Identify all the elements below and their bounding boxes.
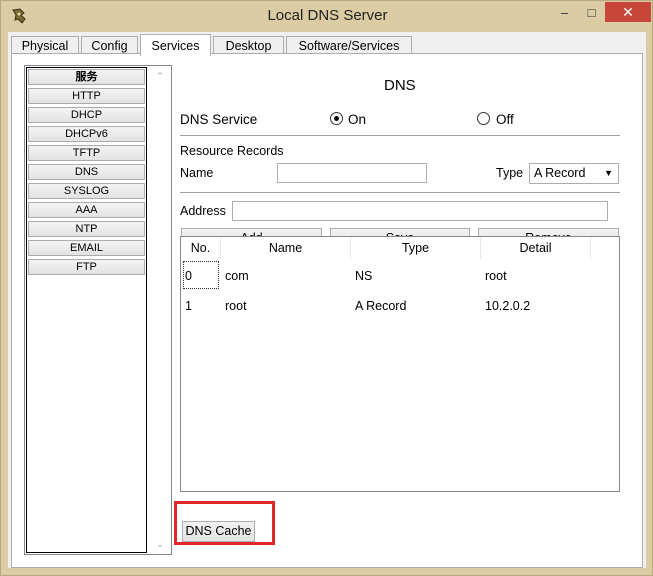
service-item-ntp[interactable]: NTP: [28, 221, 145, 237]
dns-off-label[interactable]: Off: [496, 112, 514, 127]
service-item-dhcp[interactable]: DHCP: [28, 107, 145, 123]
maximize-button[interactable]: □: [578, 2, 605, 22]
dns-on-radio[interactable]: [330, 112, 343, 125]
name-label: Name: [180, 166, 214, 180]
service-item-dhcpv6[interactable]: DHCPv6: [28, 126, 145, 142]
divider: [180, 135, 620, 136]
dns-on-label[interactable]: On: [348, 112, 366, 127]
scroll-up-icon[interactable]: ⌃: [149, 68, 171, 84]
type-select[interactable]: A Record ▼: [529, 163, 619, 184]
dns-service-label: DNS Service: [180, 112, 258, 127]
service-item-ftp[interactable]: FTP: [28, 259, 145, 275]
scroll-down-icon[interactable]: ⌄: [149, 536, 171, 552]
dns-heading: DNS: [384, 77, 416, 94]
tab-desktop[interactable]: Desktop: [213, 36, 284, 54]
dns-off-radio[interactable]: [477, 112, 490, 125]
column-header-type[interactable]: Type: [351, 237, 481, 259]
row-name: com: [225, 269, 249, 283]
window-client-area: Physical Config Services Desktop Softwar…: [8, 32, 646, 568]
service-item-syslog[interactable]: SYSLOG: [28, 183, 145, 199]
service-list: 服务 HTTP DHCP DHCPv6 TFTP DNS SYSLOG AAA …: [24, 65, 172, 555]
title-bar[interactable]: Local DNS Server – □ ✕: [1, 1, 653, 31]
divider: [180, 192, 620, 193]
service-list-items: 服务 HTTP DHCP DHCPv6 TFTP DNS SYSLOG AAA …: [26, 67, 147, 553]
address-input[interactable]: [232, 201, 608, 221]
service-item-email[interactable]: EMAIL: [28, 240, 145, 256]
row-type: NS: [355, 269, 373, 283]
radio-selected-dot: [334, 116, 339, 121]
row-type: A Record: [355, 299, 407, 313]
resource-records-label: Resource Records: [180, 144, 284, 158]
service-item-header[interactable]: 服务: [28, 69, 145, 85]
service-item-http[interactable]: HTTP: [28, 88, 145, 104]
row-detail: root: [485, 269, 507, 283]
row-name: root: [225, 299, 247, 313]
highlight-box: [174, 501, 275, 545]
row-detail: 10.2.0.2: [485, 299, 531, 313]
column-header-detail[interactable]: Detail: [481, 237, 591, 259]
minimize-icon: –: [560, 4, 569, 20]
service-item-dns[interactable]: DNS: [28, 164, 145, 180]
dns-records-table: No. Name Type Detail 0 com NS root 1 roo…: [180, 236, 620, 492]
chevron-down-icon: ▼: [604, 168, 613, 178]
service-item-tftp[interactable]: TFTP: [28, 145, 145, 161]
service-list-scrollbar[interactable]: ⌃ ⌄: [149, 66, 171, 554]
close-icon: ✕: [622, 3, 634, 20]
tab-services[interactable]: Services: [140, 34, 211, 56]
maximize-icon: □: [587, 4, 596, 20]
close-button[interactable]: ✕: [605, 2, 651, 22]
app-window: Local DNS Server – □ ✕ Physical Config S…: [0, 0, 653, 576]
row-no: 1: [185, 299, 192, 313]
type-select-value: A Record: [534, 166, 586, 180]
type-label: Type: [496, 166, 524, 180]
name-input[interactable]: [277, 163, 427, 183]
minimize-button[interactable]: –: [551, 2, 578, 22]
tab-config[interactable]: Config: [81, 36, 138, 54]
column-header-no[interactable]: No.: [181, 237, 221, 259]
address-label: Address: [180, 204, 226, 218]
row-no: 0: [185, 269, 192, 283]
tab-software-services[interactable]: Software/Services: [286, 36, 412, 54]
service-item-aaa[interactable]: AAA: [28, 202, 145, 218]
tab-physical[interactable]: Physical: [11, 36, 79, 54]
column-header-name[interactable]: Name: [221, 237, 351, 259]
